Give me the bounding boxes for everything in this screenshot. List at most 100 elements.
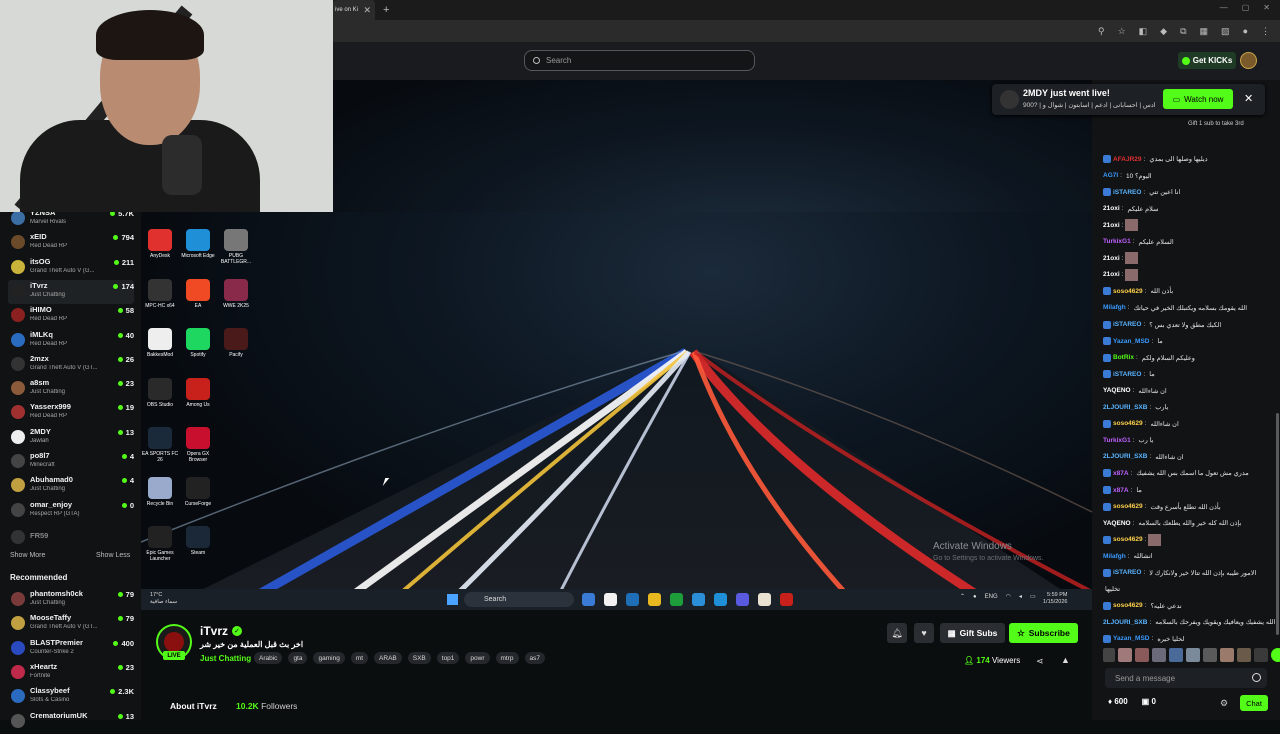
desktop-icon-steam[interactable]: Steam bbox=[178, 526, 218, 556]
browser-tab[interactable]: ive on Ki ✕ bbox=[333, 0, 375, 20]
chat-username[interactable]: YAQENO bbox=[1103, 387, 1131, 394]
emote-icon[interactable] bbox=[1271, 648, 1280, 662]
chat-settings-icon[interactable]: ⚙ bbox=[1220, 698, 1228, 709]
chat-username[interactable]: iSTAREO bbox=[1113, 371, 1141, 378]
show-less-link[interactable]: Show Less bbox=[96, 552, 130, 559]
chat-username[interactable]: AG7I bbox=[1103, 172, 1118, 179]
tag-gta[interactable]: gta bbox=[288, 652, 308, 664]
emote-icon[interactable] bbox=[1254, 648, 1268, 662]
wifi-icon[interactable]: ◠ bbox=[1006, 593, 1011, 600]
desktop-icon-curseforge[interactable]: CurseForge bbox=[178, 476, 218, 507]
sidebar-channel-yasserx999[interactable]: Yasserx999 Red Dead RP 19 bbox=[8, 401, 134, 425]
chat-username[interactable]: 21oxi bbox=[1103, 205, 1120, 212]
desktop-icon-among-us[interactable]: Among Us bbox=[178, 377, 218, 408]
chat-username[interactable]: AFAJR29 bbox=[1113, 156, 1142, 163]
desktop-icon-obs-studio[interactable]: OBS Studio bbox=[141, 377, 180, 408]
recommended-channel-crematoriumuk[interactable]: CrematoriumUK 13 bbox=[8, 710, 134, 734]
desktop-icon-pubg-battlegr-[interactable]: PUBG BATTLEGR... bbox=[216, 229, 256, 265]
close-notification-icon[interactable]: ✕ bbox=[1244, 92, 1253, 105]
desktop-icon-opera-gx-browser[interactable]: Opera GX Browser bbox=[178, 427, 218, 463]
chat-scrollbar[interactable] bbox=[1276, 413, 1279, 635]
sidebar-channel-xeid[interactable]: xEID Red Dead RP 794 bbox=[8, 231, 134, 255]
chat-input[interactable]: Send a message bbox=[1105, 668, 1267, 688]
chat-username[interactable]: 21oxi bbox=[1103, 222, 1120, 229]
chat-username[interactable]: x87A bbox=[1113, 470, 1129, 477]
follow-heart-icon[interactable]: ♥ bbox=[914, 623, 934, 643]
tray-chevron-icon[interactable]: ⌃ bbox=[960, 593, 965, 600]
notification-bell-icon[interactable]: 🔔︎ bbox=[887, 623, 907, 643]
chat-username[interactable]: YAQENO bbox=[1103, 520, 1131, 527]
chat-username[interactable]: TurkixG1 bbox=[1103, 437, 1131, 444]
chat-username[interactable]: 2LJOURI_SXB bbox=[1103, 404, 1147, 411]
extension-icon[interactable]: ▧ bbox=[1221, 26, 1230, 37]
menu-icon[interactable]: ⋮ bbox=[1261, 26, 1270, 37]
chat-username[interactable]: BotRix bbox=[1113, 354, 1134, 361]
tag-powr[interactable]: powr bbox=[465, 652, 490, 664]
weather-widget[interactable]: 17°C سماء صافية bbox=[150, 592, 177, 606]
sidebar-channel-abuhamad0[interactable]: Abuhamad0 Just Chatting 4 bbox=[8, 474, 134, 498]
taskbar-search[interactable]: Search bbox=[464, 592, 574, 607]
app-icon[interactable] bbox=[582, 593, 595, 606]
recommended-channel-classybeef[interactable]: Classybeef Slots & Casino 2.3K bbox=[8, 685, 134, 709]
chat-username[interactable]: TurkixG1 bbox=[1103, 238, 1131, 245]
chat-username[interactable]: Yazan_MSD bbox=[1113, 338, 1150, 345]
tray-language[interactable]: ENG bbox=[985, 594, 998, 600]
sidebar-channel-2mdy[interactable]: 2MDY Jawlah 13 bbox=[8, 426, 134, 450]
points-balance[interactable]: ▣ 0 bbox=[1142, 697, 1156, 706]
app-icon[interactable] bbox=[692, 593, 705, 606]
desktop-icon-wwe-2k25[interactable]: WWE 2K25 bbox=[216, 278, 256, 309]
chat-username[interactable]: 21oxi bbox=[1103, 255, 1120, 262]
close-tab-icon[interactable]: ✕ bbox=[363, 5, 371, 16]
desktop-icon-anydesk[interactable]: AnyDesk bbox=[141, 229, 180, 259]
tag-gaming[interactable]: gaming bbox=[313, 652, 345, 664]
emote-icon[interactable] bbox=[1135, 648, 1149, 662]
extension-icon[interactable]: ◆ bbox=[1160, 26, 1167, 37]
chat-username[interactable]: soso4629 bbox=[1113, 602, 1143, 609]
emote-icon[interactable] bbox=[1220, 648, 1234, 662]
extension-icon[interactable]: ▦ bbox=[1200, 26, 1209, 37]
chat-username[interactable]: Milafgh bbox=[1103, 553, 1126, 560]
emote-icon[interactable] bbox=[1203, 648, 1217, 662]
chat-username[interactable]: soso4629 bbox=[1113, 503, 1143, 510]
gift-subs-button[interactable]: ▦ Gift Subs bbox=[940, 623, 1005, 643]
sidebar-channel-imlkq[interactable]: iMLKq Red Dead RP 40 bbox=[8, 329, 134, 353]
tag-arabic[interactable]: Arabic bbox=[254, 652, 283, 664]
app-icon[interactable] bbox=[670, 593, 683, 606]
watch-now-button[interactable]: ▭ Watch now bbox=[1163, 89, 1233, 109]
close-window-icon[interactable]: ✕ bbox=[1263, 3, 1270, 12]
video-player-top[interactable] bbox=[333, 80, 1092, 212]
tag-top1[interactable]: top1 bbox=[436, 652, 460, 664]
tag-mt[interactable]: mt bbox=[350, 652, 369, 664]
chat-username[interactable]: Milafgh bbox=[1103, 304, 1126, 311]
sidebar-channel-2mzx[interactable]: 2mzx Grand Theft Auto V (GT... 26 bbox=[8, 353, 134, 377]
kicks-balance[interactable]: ♦ 600 bbox=[1108, 697, 1128, 706]
chat-send-button[interactable]: Chat bbox=[1240, 695, 1268, 711]
discord-icon[interactable] bbox=[736, 593, 749, 606]
tag-as7[interactable]: as7 bbox=[524, 652, 545, 664]
maximize-icon[interactable]: ▢ bbox=[1242, 3, 1250, 12]
tag-sxb[interactable]: SXB bbox=[407, 652, 431, 664]
emote-icon[interactable] bbox=[1186, 648, 1200, 662]
app-icon[interactable] bbox=[604, 593, 617, 606]
zoom-icon[interactable]: ⚲ bbox=[1098, 26, 1105, 37]
recommended-channel-blastpremier[interactable]: BLASTPremier Counter-Strike 2 400 bbox=[8, 637, 134, 661]
subscribe-button[interactable]: ☆ Subscribe bbox=[1009, 623, 1078, 643]
stream-category[interactable]: Just Chatting bbox=[200, 654, 251, 663]
chat-username[interactable]: x87A bbox=[1113, 487, 1129, 494]
recommended-channel-phantomsh0ck[interactable]: phantomsh0ck Just Chatting 79 bbox=[8, 588, 134, 612]
mic-icon[interactable]: ● bbox=[973, 594, 977, 600]
desktop-icon-spotify[interactable]: Spotify bbox=[178, 328, 218, 358]
clock[interactable]: 5:59 PM 1/15/2026 bbox=[1043, 592, 1067, 606]
desktop-icon-ea[interactable]: EA bbox=[178, 278, 218, 309]
profile-icon[interactable]: ● bbox=[1243, 26, 1248, 36]
sidebar-channel-itvrz[interactable]: iTvrz Just Chatting 174 bbox=[8, 279, 134, 304]
sidebar-channel-omar_enjoy[interactable]: omar_enjoy Respect RP (GTA) 0 bbox=[8, 499, 134, 523]
desktop-icon-ea-sports-fc-26[interactable]: EA SPORTS FC 26 bbox=[141, 427, 180, 463]
edge-icon[interactable] bbox=[714, 593, 727, 606]
sidebar-channel-offline[interactable]: FR59 bbox=[8, 526, 134, 550]
desktop-icon-epic-games-launcher[interactable]: Epic Games Launcher bbox=[141, 526, 180, 562]
app-icon[interactable] bbox=[780, 593, 793, 606]
emote-icon[interactable] bbox=[1169, 648, 1183, 662]
emote-icon[interactable] bbox=[1103, 648, 1115, 662]
search-input[interactable]: Search bbox=[524, 50, 755, 71]
